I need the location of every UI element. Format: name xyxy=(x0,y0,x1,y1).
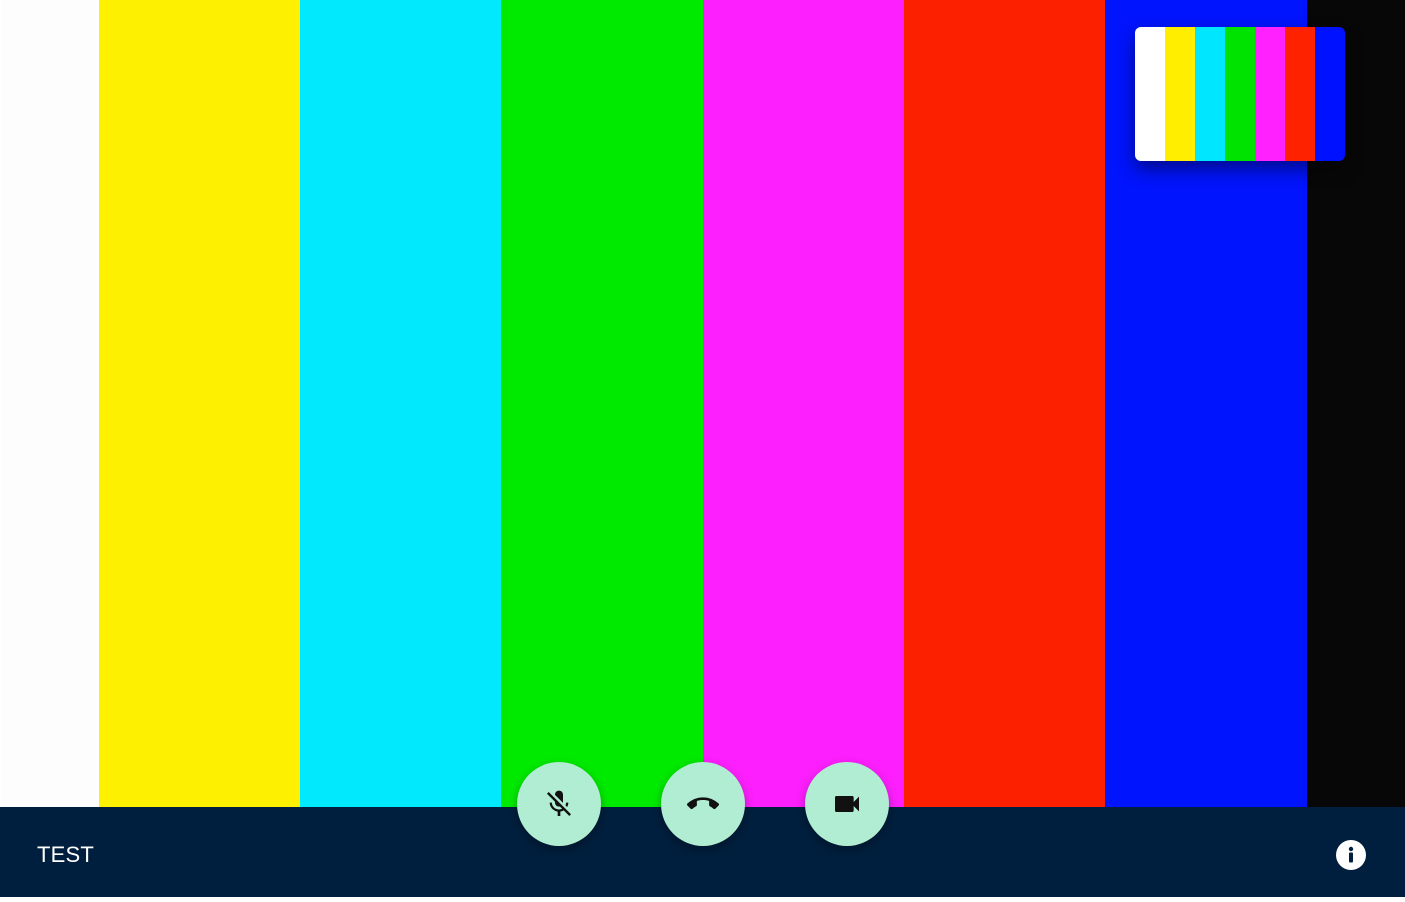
preview-bar-blue xyxy=(1315,27,1345,161)
info-button[interactable] xyxy=(1336,840,1366,870)
preview-bar-magenta xyxy=(1255,27,1285,161)
local-video-preview[interactable] xyxy=(1135,27,1345,161)
videocam-icon xyxy=(835,796,859,812)
preview-bar-white xyxy=(1135,27,1165,161)
color-bar-yellow xyxy=(99,0,300,807)
preview-bar-cyan xyxy=(1195,27,1225,161)
hang-up-button[interactable] xyxy=(661,762,745,846)
preview-bar-green xyxy=(1225,27,1255,161)
preview-bar-red xyxy=(1285,27,1315,161)
room-name: TEST xyxy=(37,842,95,867)
color-bar-magenta xyxy=(703,0,904,807)
call-end-icon xyxy=(687,797,719,810)
color-bar-red xyxy=(904,0,1105,807)
mute-button[interactable] xyxy=(517,762,601,846)
color-bar-green xyxy=(501,0,703,807)
color-bar-white xyxy=(1,0,99,807)
camera-button[interactable] xyxy=(805,762,889,846)
mic-off-icon xyxy=(547,790,571,816)
color-bar-cyan xyxy=(300,0,501,807)
info-icon xyxy=(1348,846,1354,863)
preview-bar-yellow xyxy=(1165,27,1195,161)
